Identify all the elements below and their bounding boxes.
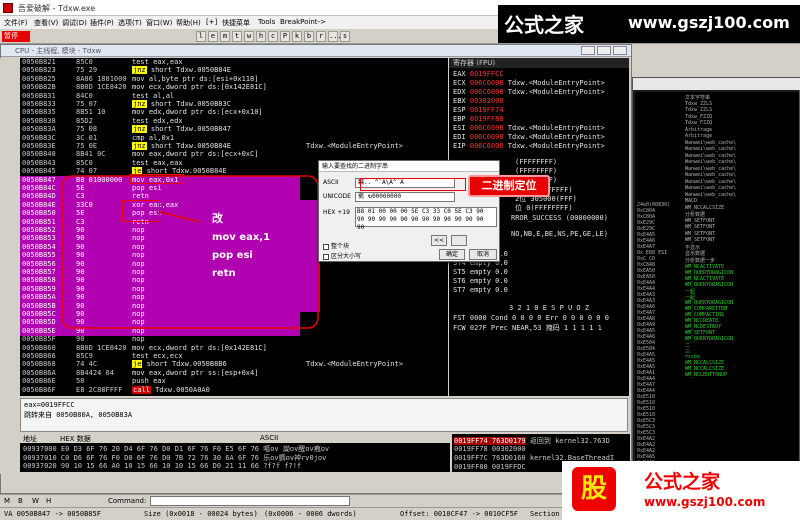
watermark-top-name: 公式之家	[504, 13, 584, 37]
case-sensitive-label: 区分大小写	[331, 253, 362, 260]
watermark-bottom: 股 公式之家 www.gszj100.com	[562, 461, 800, 520]
checkbox-checked-icon	[323, 243, 329, 250]
entire-block-label: 整个块	[331, 243, 350, 250]
watermark-top-url: www.gszj100.com	[628, 13, 790, 32]
checkbox-icon	[323, 253, 329, 260]
unicode-label: UNICODE	[323, 193, 351, 200]
annotation-arrow-left	[159, 211, 201, 223]
watermark-bottom-name: 公式之家	[644, 471, 721, 493]
hex-label: HEX +19	[323, 209, 350, 216]
annotation-highlight-xor	[122, 200, 160, 222]
ok-button[interactable]: 确定	[439, 249, 465, 260]
ascii-label: ASCII	[323, 179, 339, 186]
watermark-top: 公式之家 www.gszj100.com	[498, 5, 800, 43]
next-button[interactable]	[451, 235, 467, 246]
hex-input[interactable]: B8 01 00 00 00 5E C3 33 C0 5E C3 90 90 9…	[355, 207, 497, 231]
dialog-title: 输入要查找的二进制字串	[319, 161, 499, 172]
unicode-input[interactable]: 拠 ฆ00000000	[355, 192, 455, 202]
watermark-bottom-url: www.gszj100.com	[644, 495, 766, 509]
annotation-highlight-hex	[360, 178, 466, 191]
annotation-dialog-tag: 二进制定位	[468, 175, 550, 197]
annotation-rounded-frame	[61, 175, 319, 329]
case-sensitive-checkbox[interactable]: 区分大小写	[323, 251, 361, 260]
annotation-highlight-mov	[130, 174, 184, 184]
entire-block-checkbox[interactable]: 整个块	[323, 241, 349, 250]
prev-button[interactable]: <<	[431, 235, 447, 246]
seal-logo: 股	[572, 467, 616, 511]
cancel-button[interactable]: 取消	[469, 249, 497, 260]
